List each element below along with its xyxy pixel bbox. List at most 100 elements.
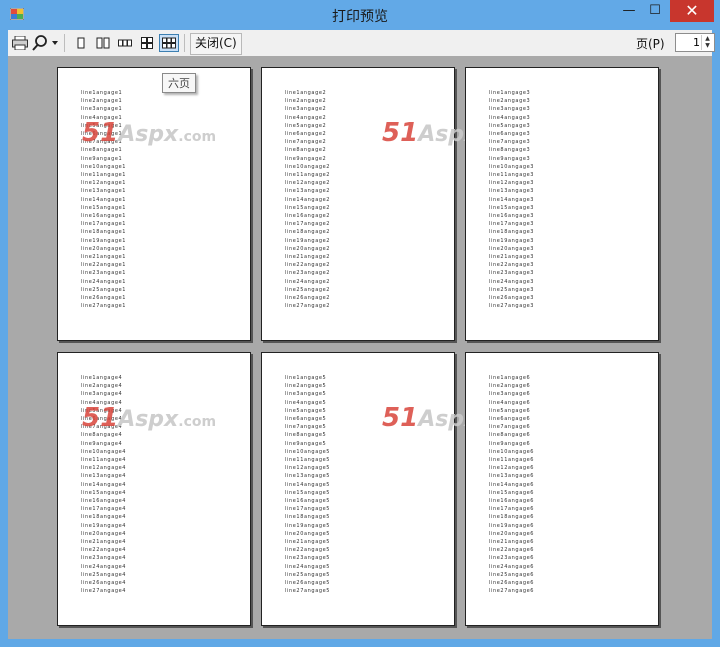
page-text-line: line19angage2 — [285, 237, 331, 244]
page-text-line: line27angage3 — [489, 303, 535, 310]
print-icon[interactable] — [11, 33, 29, 53]
page-text-line: line4angage3 — [489, 114, 531, 121]
page-text-line: line18angage4 — [81, 514, 127, 521]
page-text-line: line12angage1 — [81, 180, 127, 187]
page-text-line: line21angage5 — [285, 539, 331, 546]
page-text-line: line2angage4 — [81, 383, 123, 390]
page-text-line: line23angage4 — [81, 555, 127, 562]
page-text-line: line9angage4 — [81, 440, 123, 447]
toolbar-separator — [64, 34, 65, 52]
preview-page: line1angage5 line2angage5 line3angage5 line… — [261, 352, 516, 626]
page-text-line: line3angage4 — [81, 391, 123, 398]
page-text-line: line11angage4 — [81, 457, 127, 464]
page-text-line: line16angage4 — [81, 498, 127, 505]
page-text-line: line9angage2 — [285, 155, 327, 162]
page-text-line: line8angage5 — [285, 432, 327, 439]
page-text-line: line23angage3 — [489, 270, 535, 277]
page-text-line: line17angage3 — [489, 221, 535, 228]
page-text-line: line2angage2 — [285, 98, 327, 105]
page-text-line: line20angage3 — [489, 245, 535, 252]
page-text-line: line25angage5 — [285, 571, 331, 578]
page-text-line: line15angage4 — [81, 489, 127, 496]
minimize-button[interactable]: — — [616, 0, 642, 22]
page-text-line: line25angage1 — [81, 286, 127, 293]
page-text-line: line18angage3 — [489, 229, 535, 236]
two-pages-icon[interactable] — [93, 34, 113, 52]
toolbar-separator — [184, 34, 185, 52]
page-text-line: line3angage2 — [285, 106, 327, 113]
page-text-line: line2angage3 — [489, 98, 531, 105]
title-bar[interactable]: 打印预览 — ☐ ✕ — [0, 0, 720, 30]
page-text-line: line19angage6 — [489, 522, 535, 529]
spin-up-icon[interactable]: ▲ — [702, 35, 713, 42]
page-text-line: line25angage4 — [81, 571, 127, 578]
watermark-logo: 51Aspx.com — [82, 118, 217, 148]
page-text-line: line2angage6 — [489, 383, 531, 390]
page-text-line: line23angage6 — [489, 555, 535, 562]
page-text-line: line2angage5 — [285, 383, 327, 390]
page-text-line: line3angage6 — [489, 391, 531, 398]
page-text-line: line20angage4 — [81, 530, 127, 537]
page-text-line: line13angage1 — [81, 188, 127, 195]
four-pages-icon[interactable] — [137, 34, 157, 52]
page-text-line: line3angage3 — [489, 106, 531, 113]
one-page-icon[interactable] — [71, 34, 91, 52]
maximize-button[interactable]: ☐ — [642, 0, 668, 22]
page-text-line: line26angage1 — [81, 295, 127, 302]
page-text-line: line16angage2 — [285, 213, 331, 220]
page-text-line: line5angage2 — [285, 122, 327, 129]
page-text-line: line24angage3 — [489, 278, 535, 285]
zoom-icon[interactable] — [31, 33, 59, 53]
page-text-line: line14angage6 — [489, 481, 535, 488]
page-lines: line1angage2 line2angage2 line3angage2 line… — [285, 89, 330, 310]
preview-page: line1angage1 line2angage1 line3angage1 line… — [57, 67, 251, 341]
page-text-line: line9angage6 — [489, 440, 531, 447]
page-text-line: line10angage3 — [489, 163, 535, 170]
page-text-line: line15angage3 — [489, 204, 535, 211]
page-text-line: line18angage6 — [489, 514, 535, 521]
page-text-line: line27angage2 — [285, 303, 331, 310]
preview-page: line1angage4 line2angage4 line3angage4 line… — [57, 352, 251, 626]
page-text-line: line9angage3 — [489, 155, 531, 162]
page-text-line: line20angage2 — [285, 245, 331, 252]
page-text-line: line11angage5 — [285, 457, 331, 464]
page-text-line: line27angage1 — [81, 303, 127, 310]
page-number-value: 1 — [693, 36, 700, 49]
page-number-input[interactable]: 1 ▲ ▼ — [675, 33, 715, 52]
page-text-line: line8angage3 — [489, 147, 531, 154]
page-text-line: line14angage4 — [81, 481, 127, 488]
page-spinner[interactable]: ▲ ▼ — [701, 35, 713, 50]
page-text-line: line14angage2 — [285, 196, 331, 203]
page-text-line: line5angage3 — [489, 122, 531, 129]
six-pages-icon[interactable] — [159, 34, 179, 52]
close-button[interactable]: 关闭(C) — [190, 33, 242, 55]
print-preview-window: 打印预览 — ☐ ✕ 关闭(C) 页(P) 1 ▲ ▼ line1angage1… — [0, 0, 720, 647]
page-text-line: line15angage5 — [285, 489, 331, 496]
page-text-line: line1angage1 — [81, 90, 123, 96]
page-text-line: line24angage1 — [81, 278, 127, 285]
close-window-button[interactable]: ✕ — [670, 0, 714, 22]
page-text-line: line26angage3 — [489, 295, 535, 302]
page-text-line: line1angage3 — [489, 90, 531, 96]
page-text-line: line17angage1 — [81, 221, 127, 228]
page-text-line: line1angage6 — [489, 375, 531, 381]
page-text-line: line22angage6 — [489, 547, 535, 554]
preview-page: line1angage2 line2angage2 line3angage2 line… — [261, 67, 516, 341]
spin-down-icon[interactable]: ▼ — [702, 42, 713, 49]
page-text-line: line9angage5 — [285, 440, 327, 447]
page-lines: line1angage3 line2angage3 line3angage3 line… — [489, 89, 534, 310]
page-text-line: line7angage2 — [285, 139, 327, 146]
page-text-line: line19angage3 — [489, 237, 535, 244]
three-pages-icon[interactable] — [115, 34, 135, 52]
page-text-line: line11angage6 — [489, 457, 535, 464]
page-text-line: line2angage1 — [81, 98, 123, 105]
page-text-line: line11angage1 — [81, 172, 127, 179]
page-text-line: line26angage2 — [285, 295, 331, 302]
page-text-line: line17angage2 — [285, 221, 331, 228]
page-text-line: line19angage4 — [81, 522, 127, 529]
page-text-line: line9angage1 — [81, 155, 123, 162]
page-text-line: line25angage3 — [489, 286, 535, 293]
page-text-line: line13angage6 — [489, 473, 535, 480]
preview-area[interactable]: line1angage1 line2angage1 line3angage1 line… — [8, 56, 712, 639]
page-text-line: line12angage3 — [489, 180, 535, 187]
